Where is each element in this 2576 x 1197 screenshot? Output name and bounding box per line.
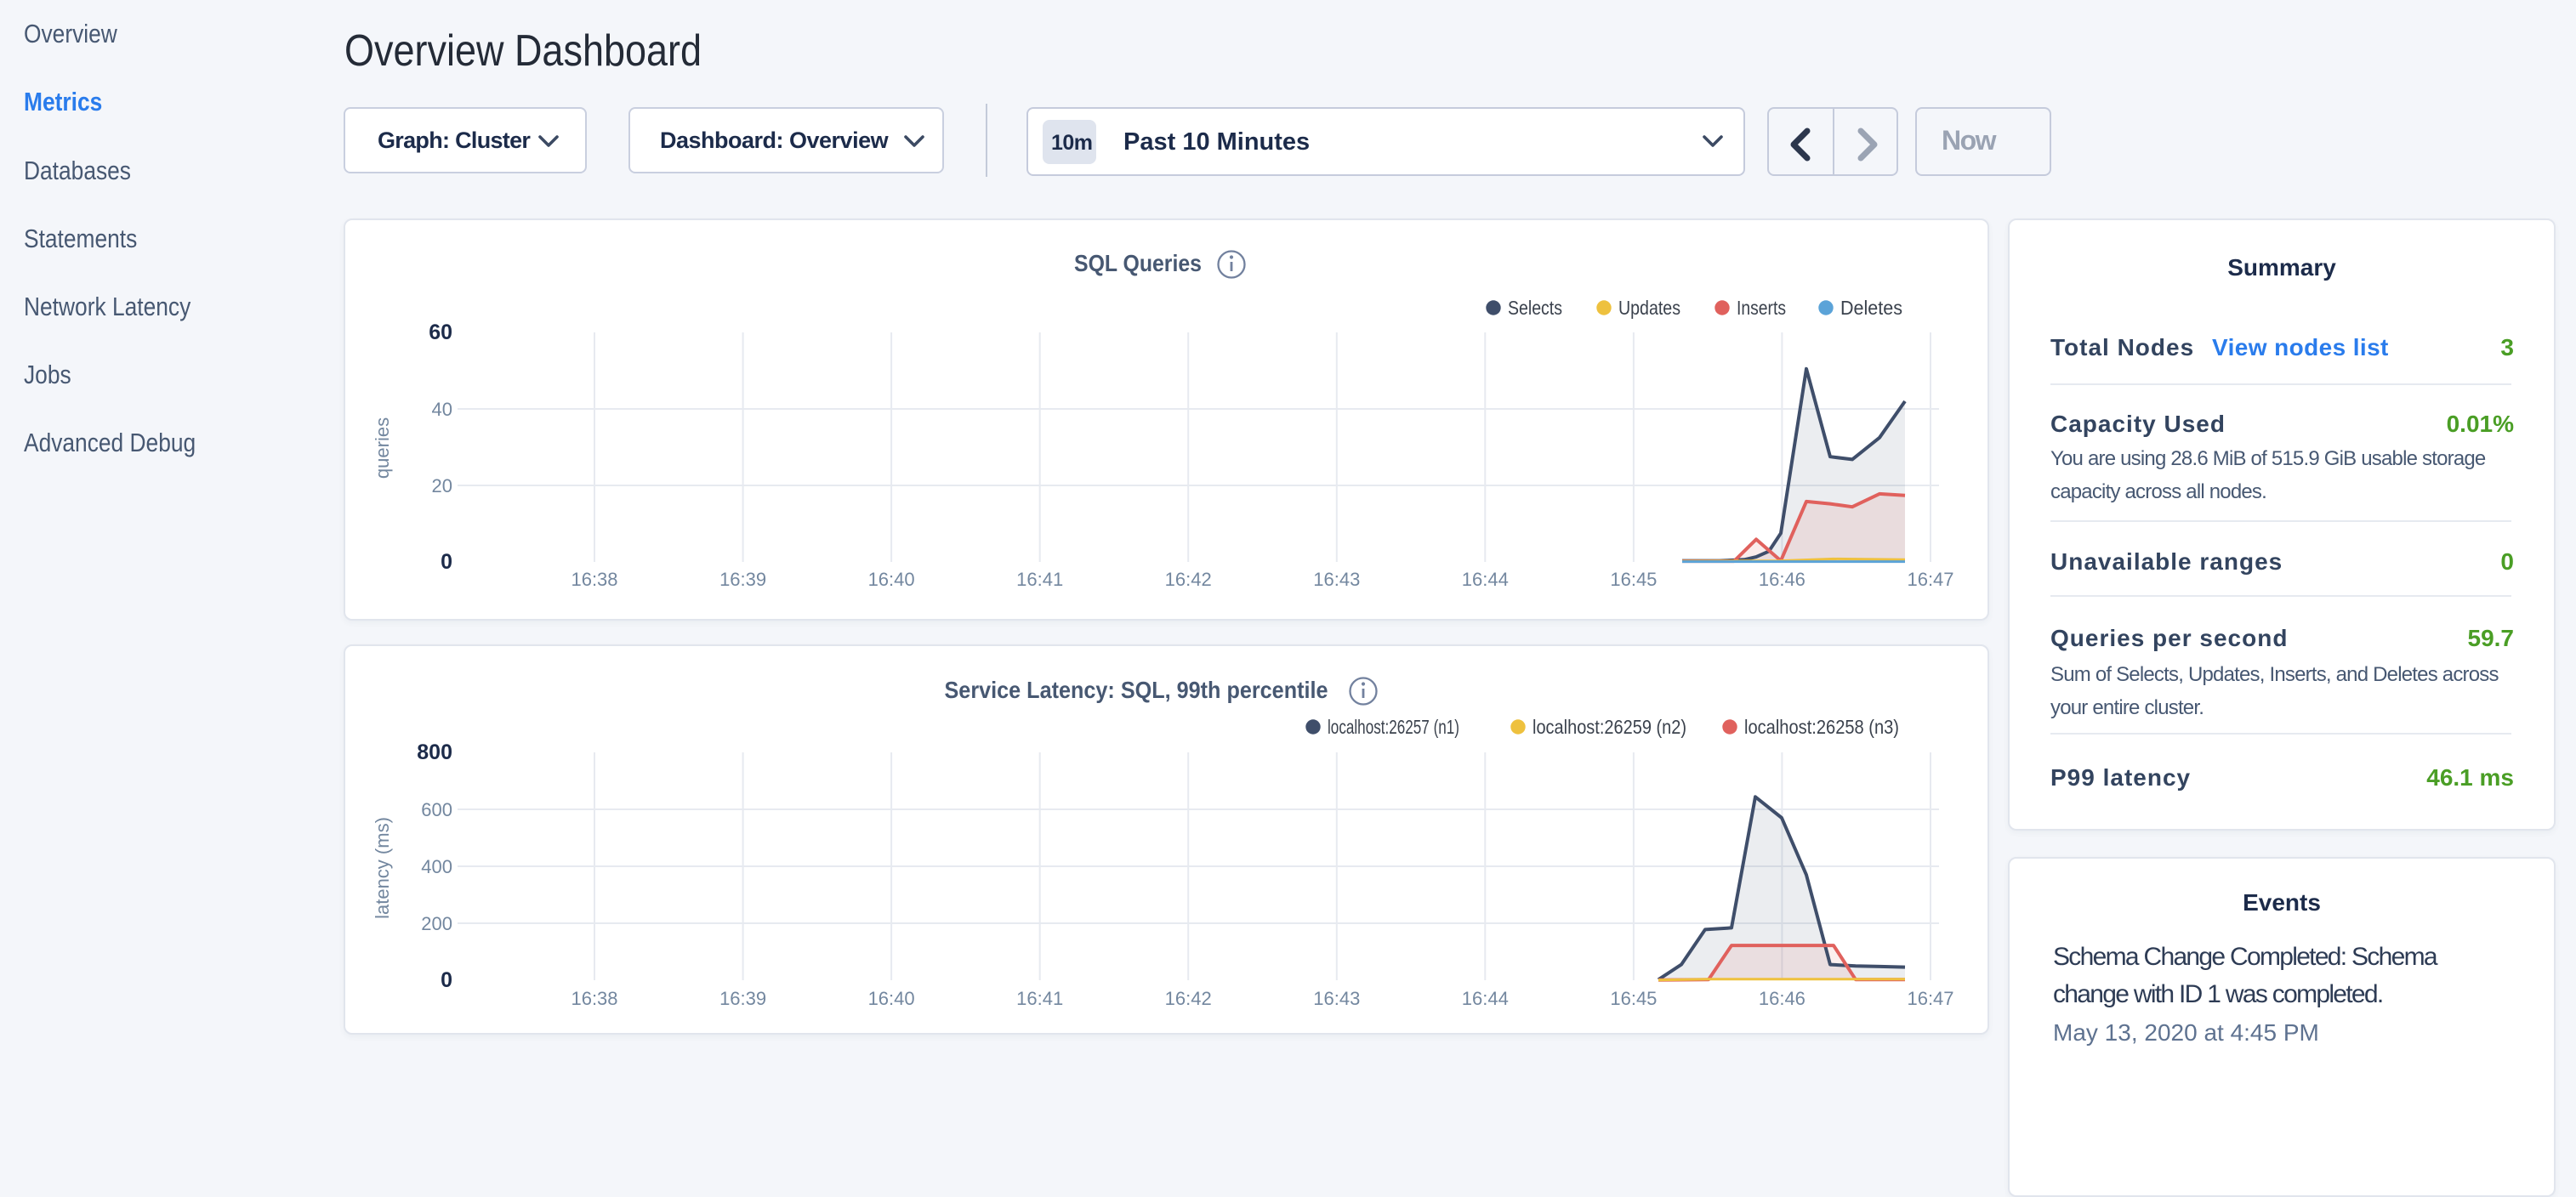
svg-text:0: 0 — [441, 550, 452, 574]
svg-text:localhost:26258 (n3): localhost:26258 (n3) — [1744, 716, 1899, 738]
svg-text:Service Latency: SQL, 99th per: Service Latency: SQL, 99th percentile — [945, 677, 1328, 703]
svg-text:16:45: 16:45 — [1610, 569, 1657, 590]
svg-text:16:42: 16:42 — [1165, 988, 1212, 1009]
svg-text:localhost:26259 (n2): localhost:26259 (n2) — [1533, 716, 1686, 738]
svg-text:16:43: 16:43 — [1313, 569, 1360, 590]
svg-text:40: 40 — [432, 399, 452, 420]
svg-text:60: 60 — [429, 321, 452, 344]
svg-text:400: 400 — [421, 856, 452, 877]
svg-text:16:42: 16:42 — [1165, 569, 1212, 590]
svg-text:16:39: 16:39 — [719, 569, 766, 590]
svg-text:16:46: 16:46 — [1759, 569, 1805, 590]
svg-text:16:41: 16:41 — [1016, 988, 1063, 1009]
svg-text:SQL Queries: SQL Queries — [1074, 250, 1202, 276]
svg-text:16:43: 16:43 — [1313, 988, 1360, 1009]
svg-text:16:41: 16:41 — [1016, 569, 1063, 590]
svg-text:Updates: Updates — [1618, 297, 1680, 319]
svg-text:16:40: 16:40 — [868, 569, 915, 590]
svg-text:0: 0 — [441, 968, 452, 992]
svg-text:16:47: 16:47 — [1907, 988, 1953, 1009]
svg-text:16:38: 16:38 — [571, 988, 617, 1009]
svg-text:16:44: 16:44 — [1462, 569, 1509, 590]
svg-text:800: 800 — [417, 740, 452, 764]
svg-text:Selects: Selects — [1508, 297, 1562, 319]
svg-text:localhost:26257 (n1): localhost:26257 (n1) — [1328, 716, 1459, 738]
svg-text:16:40: 16:40 — [868, 988, 915, 1009]
svg-text:600: 600 — [421, 799, 452, 820]
svg-text:16:44: 16:44 — [1462, 988, 1509, 1009]
svg-text:16:38: 16:38 — [571, 569, 617, 590]
svg-text:200: 200 — [421, 913, 452, 934]
svg-text:16:46: 16:46 — [1759, 988, 1805, 1009]
svg-text:20: 20 — [432, 475, 452, 496]
svg-text:Inserts: Inserts — [1737, 297, 1786, 319]
svg-text:16:39: 16:39 — [719, 988, 766, 1009]
svg-text:Deletes: Deletes — [1840, 297, 1902, 319]
svg-text:16:47: 16:47 — [1907, 569, 1953, 590]
svg-text:16:45: 16:45 — [1610, 988, 1657, 1009]
